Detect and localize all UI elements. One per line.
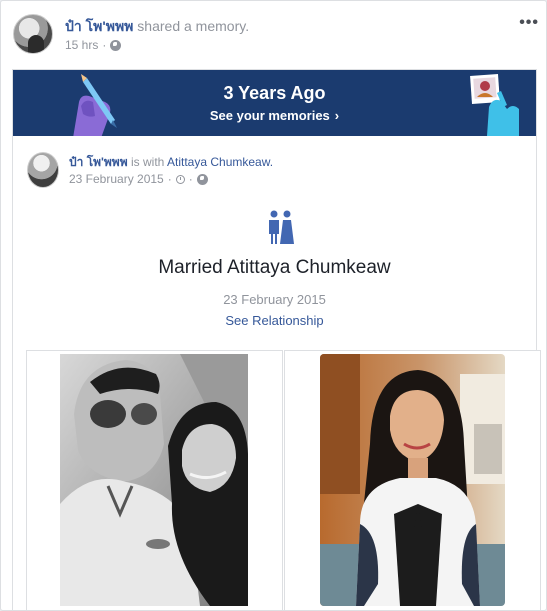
author-avatar[interactable] bbox=[13, 14, 53, 54]
post-action-text: shared a memory. bbox=[137, 18, 250, 34]
banner-title: 3 Years Ago bbox=[223, 83, 326, 103]
couple-selfie-photo[interactable] bbox=[60, 354, 248, 606]
inner-timestamp-line: 23 February 2015 · · bbox=[69, 172, 273, 186]
photo-tile-left[interactable] bbox=[26, 350, 283, 610]
couple-icon bbox=[269, 210, 294, 244]
tagged-friend-link[interactable]: Atittaya Chumkeaw. bbox=[167, 155, 273, 169]
clock-icon bbox=[175, 174, 185, 184]
inner-post-date[interactable]: 23 February 2015 bbox=[69, 172, 164, 186]
globe-icon[interactable] bbox=[196, 173, 208, 185]
separator-dot: · bbox=[167, 172, 172, 186]
chevron-right-icon: › bbox=[334, 108, 340, 123]
more-options-icon[interactable]: ••• bbox=[519, 14, 539, 32]
hand-photo-icon bbox=[470, 74, 519, 136]
see-relationship-link[interactable]: See Relationship bbox=[13, 313, 536, 328]
globe-icon[interactable] bbox=[110, 39, 122, 51]
separator-dot: · bbox=[188, 172, 193, 186]
post-time[interactable]: 15 hrs bbox=[65, 38, 98, 52]
inner-author-link[interactable]: ป๋า โพ'พพพ bbox=[69, 155, 128, 169]
with-text: is with bbox=[130, 155, 165, 169]
inner-post-title: ป๋า โพ'พพพ is with Atittaya Chumkeaw. bbox=[69, 154, 273, 170]
post-card: ป๋า โพ'พพพ shared a memory. 15 hrs · •••… bbox=[0, 0, 547, 611]
inner-post-header: ป๋า โพ'พพพ is with Atittaya Chumkeaw. 23… bbox=[27, 152, 517, 192]
post-header: ป๋า โพ'พพพ shared a memory. 15 hrs · ••• bbox=[13, 14, 538, 62]
life-event-title: Married Atittaya Chumkeaw bbox=[158, 257, 391, 278]
see-memories-label: See your memories bbox=[209, 108, 330, 123]
life-event-date: 23 February 2015 bbox=[223, 292, 326, 307]
separator-dot: · bbox=[102, 38, 107, 52]
see-memories-link[interactable]: See your memories › bbox=[13, 108, 536, 124]
post-meta: ป๋า โพ'พพพ shared a memory. 15 hrs · bbox=[65, 17, 249, 52]
author-name-link[interactable]: ป๋า โพ'พพพ bbox=[65, 18, 133, 34]
memory-banner[interactable]: 3 Years Ago See your memories › bbox=[13, 70, 536, 136]
inner-author-avatar[interactable] bbox=[27, 152, 59, 188]
inner-post-meta: ป๋า โพ'พพพ is with Atittaya Chumkeaw. 23… bbox=[69, 154, 273, 186]
photo-tile-right[interactable] bbox=[284, 350, 541, 610]
post-timestamp-line: 15 hrs · bbox=[65, 38, 249, 52]
shared-memory: 3 Years Ago See your memories › ป๋า โพ'พพ… bbox=[12, 69, 541, 610]
woman-portrait-photo[interactable] bbox=[320, 354, 505, 606]
post-title: ป๋า โพ'พพพ shared a memory. bbox=[65, 17, 249, 35]
